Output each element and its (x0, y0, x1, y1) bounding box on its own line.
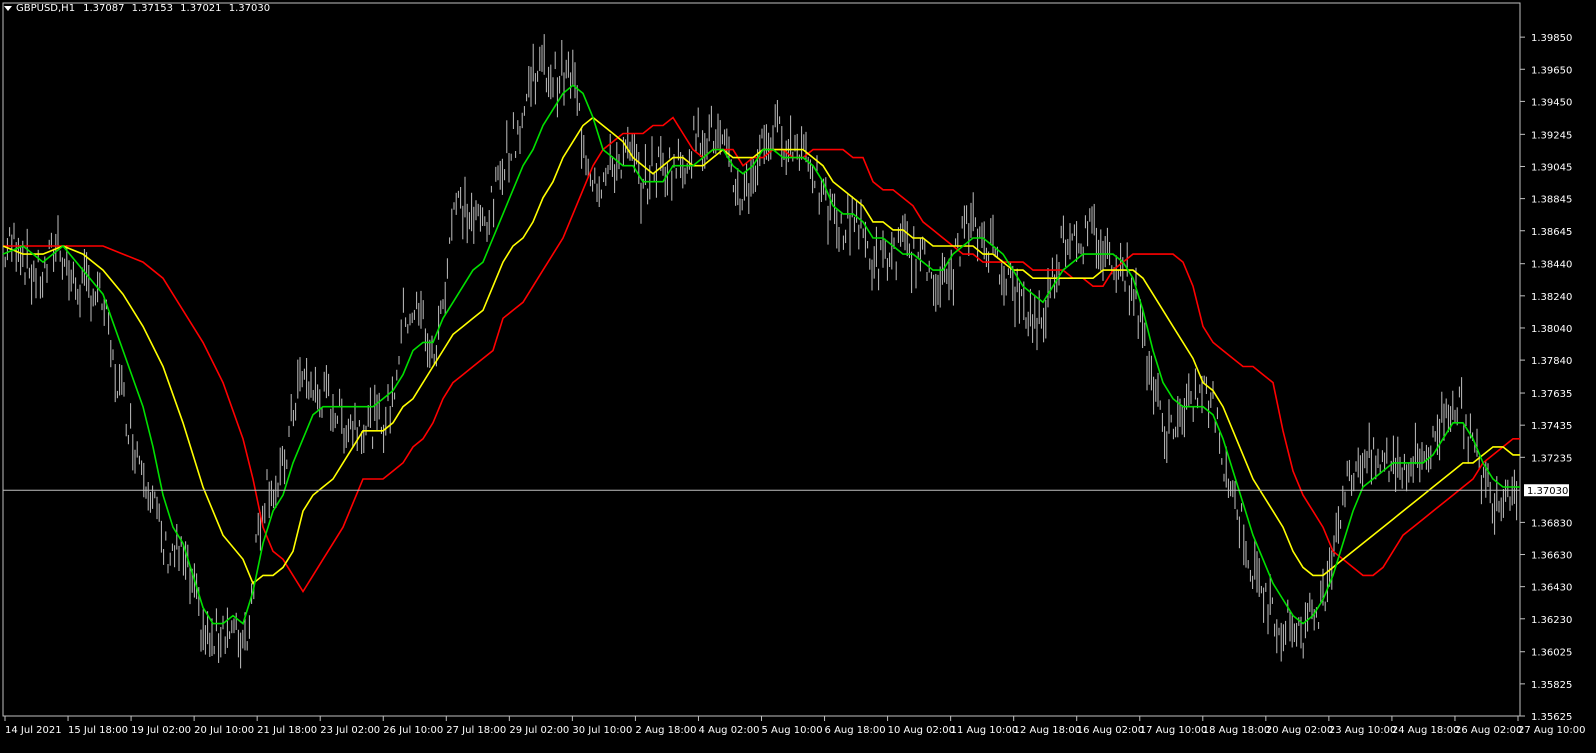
y-tick-label: 1.37635 (1531, 389, 1572, 400)
price-bars (2, 34, 1518, 669)
x-tick-label: 23 Aug 10:00 (1329, 725, 1396, 736)
high-price: 1.37153 (131, 3, 173, 14)
y-tick-label: 1.38845 (1531, 195, 1572, 206)
y-tick-label: 1.37840 (1531, 356, 1572, 367)
chart-canvas[interactable]: 1.39850 1.39650 1.39450 1.39245 1.39045 1.388… (0, 0, 1596, 753)
symbol-label: GBPUSD,H1 (16, 3, 76, 14)
y-tick-label: 1.36430 (1531, 583, 1572, 594)
x-tick-label: 20 Jul 10:00 (194, 725, 254, 736)
y-tick-label: 1.36830 (1531, 518, 1572, 529)
y-tick-label: 1.37435 (1531, 421, 1572, 432)
x-tick-label: 20 Aug 02:00 (1266, 725, 1333, 736)
x-tick-label: 30 Jul 10:00 (572, 725, 632, 736)
x-tick-label: 19 Jul 02:00 (131, 725, 191, 736)
y-tick-label: 1.39650 (1531, 65, 1572, 76)
x-tick-label: 6 Aug 18:00 (825, 725, 886, 736)
x-tick-label: 29 Jul 02:00 (509, 725, 569, 736)
x-tick-label: 15 Jul 18:00 (68, 725, 128, 736)
chart-header: GBPUSD,H1 1.37087 1.37153 1.37021 1.3703… (4, 3, 270, 14)
ma-line-fast (2, 84, 1520, 625)
y-tick-label: 1.39450 (1531, 97, 1572, 108)
current-price-label: 1.37030 (1527, 486, 1568, 497)
y-tick-label: 1.39245 (1531, 130, 1572, 141)
y-tick-label: 1.38645 (1531, 227, 1572, 238)
ma-line-slow (3, 116, 1520, 594)
ma-line-mid (2, 116, 1520, 585)
y-tick-label: 1.36630 (1531, 551, 1572, 562)
low-price: 1.37021 (180, 3, 222, 14)
x-tick-label: 12 Aug 18:00 (1014, 725, 1081, 736)
plot-frame (2, 2, 1521, 717)
y-tick-label: 1.38440 (1531, 260, 1572, 271)
dropdown-triangle-icon[interactable] (4, 6, 12, 11)
close-price: 1.37030 (228, 3, 271, 14)
x-tick-label: 4 Aug 02:00 (698, 725, 759, 736)
y-tick-label: 1.35625 (1531, 712, 1572, 723)
x-tick-label: 2 Aug 18:00 (635, 725, 696, 736)
x-tick-label: 21 Jul 18:00 (257, 725, 317, 736)
x-tick-label: 23 Jul 02:00 (320, 725, 380, 736)
y-tick-label: 1.35825 (1531, 680, 1572, 691)
y-tick-label: 1.36025 (1531, 648, 1572, 659)
y-tick-label: 1.36230 (1531, 615, 1572, 626)
price-chart[interactable]: 1.39850 1.39650 1.39450 1.39245 1.39045 1.388… (0, 0, 1596, 753)
y-tick-label: 1.38040 (1531, 324, 1572, 335)
y-tick-label: 1.39045 (1531, 162, 1572, 173)
x-tick-label: 17 Aug 10:00 (1140, 725, 1207, 736)
x-tick-label: 11 Aug 10:00 (951, 725, 1018, 736)
x-tick-label: 5 Aug 10:00 (762, 725, 823, 736)
x-tick-label: 10 Aug 02:00 (888, 725, 955, 736)
x-tick-label: 26 Aug 02:00 (1455, 725, 1522, 736)
x-tick-label: 14 Jul 2021 (5, 725, 62, 736)
open-price: 1.37087 (83, 3, 125, 14)
y-tick-label: 1.39850 (1531, 33, 1572, 44)
x-tick-label: 18 Aug 18:00 (1203, 725, 1270, 736)
x-tick-label: 27 Jul 18:00 (446, 725, 506, 736)
x-tick-label: 27 Aug 10:00 (1518, 725, 1585, 736)
x-tick-label: 24 Aug 18:00 (1392, 725, 1459, 736)
y-tick-label: 1.37235 (1531, 453, 1572, 464)
x-tick-label: 26 Jul 10:00 (383, 725, 443, 736)
y-tick-label: 1.38240 (1531, 292, 1572, 303)
x-tick-label: 16 Aug 02:00 (1077, 725, 1144, 736)
